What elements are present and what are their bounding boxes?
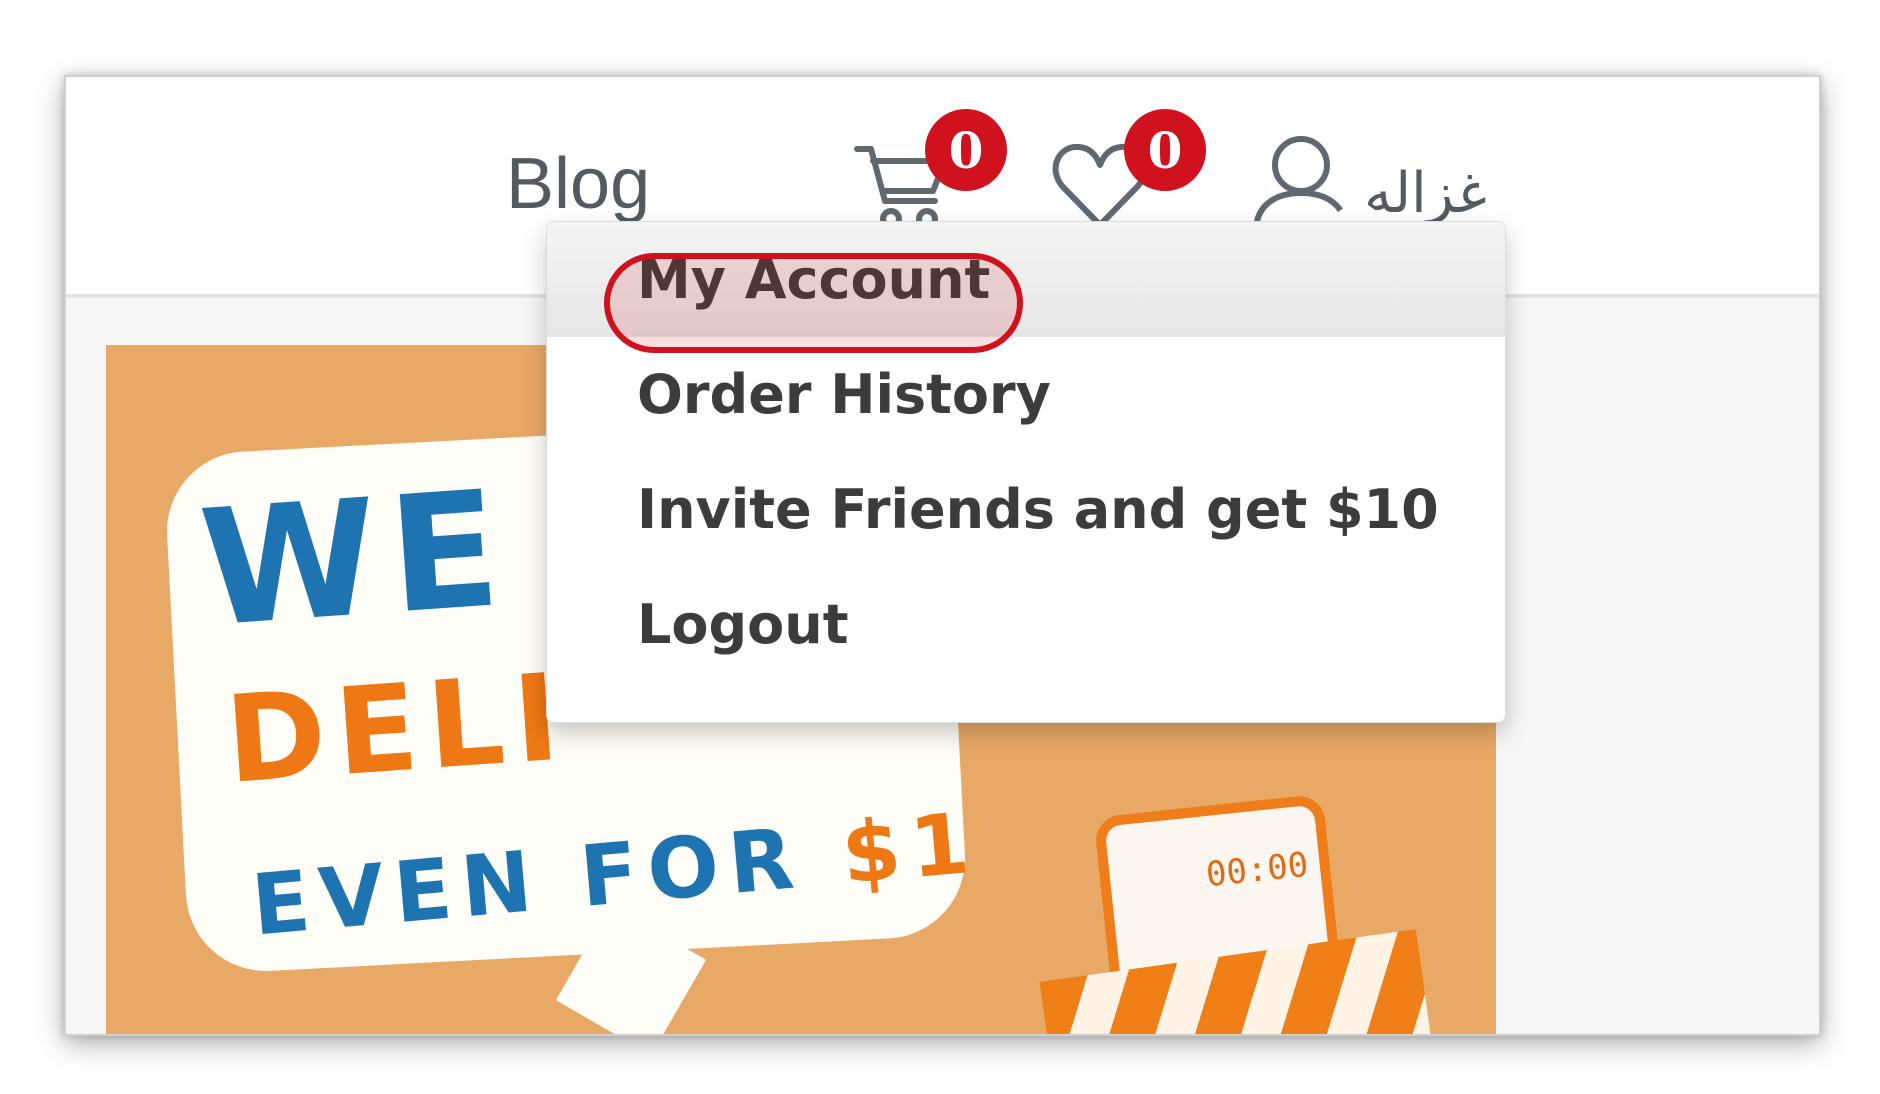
promo-line-1: WE: [194, 454, 517, 663]
cart-count-badge: 0: [925, 109, 1007, 191]
menu-item-logout[interactable]: Logout: [547, 567, 1505, 682]
promo-price: $1: [837, 793, 983, 903]
blog-link[interactable]: Blog: [506, 143, 650, 225]
wishlist-count-badge: 0: [1124, 109, 1206, 191]
menu-item-order-history[interactable]: Order History: [547, 337, 1505, 452]
highlight-annotation: [604, 253, 1023, 353]
menu-item-invite-friends[interactable]: Invite Friends and get $10: [547, 452, 1505, 567]
promo-line-2: DELI: [221, 648, 574, 811]
